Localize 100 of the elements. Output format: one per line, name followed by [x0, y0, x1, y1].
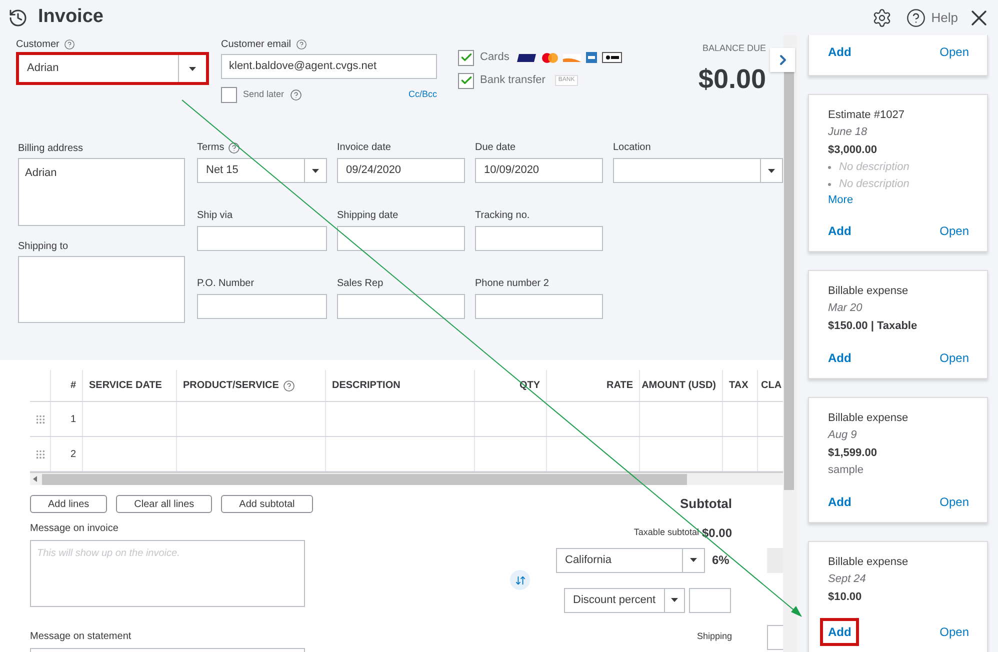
- input-field[interactable]: [197, 226, 327, 251]
- panel-toggle-button[interactable]: [770, 48, 795, 72]
- card-date: June 18: [828, 125, 868, 140]
- tax-rate-select[interactable]: California: [556, 548, 705, 572]
- caret-icon: [768, 168, 775, 172]
- visa-logo-icon: [517, 54, 538, 62]
- field-label: Phone number 2: [475, 277, 549, 291]
- tax-rate: 6%: [712, 552, 730, 569]
- open-link[interactable]: Open: [940, 623, 969, 641]
- card-amount: $3,000.00: [828, 143, 878, 158]
- swap-button[interactable]: [510, 570, 530, 590]
- line-number: 2: [70, 448, 76, 462]
- field-label: Ship via: [197, 209, 233, 223]
- field-label: Tracking no.: [475, 209, 530, 223]
- dropdown-field[interactable]: Net 15: [197, 158, 327, 183]
- add-link[interactable]: Add: [828, 347, 852, 369]
- help-icon[interactable]: [296, 38, 308, 50]
- page-title: Invoice: [38, 5, 104, 30]
- drag-handle-icon[interactable]: [34, 448, 46, 460]
- open-link[interactable]: Open: [940, 349, 969, 367]
- field-label: Due date: [475, 141, 516, 155]
- field-label: Message on invoice: [30, 522, 120, 536]
- more-link[interactable]: More: [828, 193, 854, 208]
- bullet-icon: [828, 183, 831, 186]
- column-header: DESCRIPTION: [332, 379, 400, 393]
- input-field[interactable]: [197, 294, 327, 319]
- check-icon: [460, 74, 472, 87]
- add-link[interactable]: Add: [828, 41, 852, 63]
- email-field[interactable]: klent.baldove@agent.cvgs.net: [221, 54, 437, 79]
- drag-handle-icon[interactable]: [34, 414, 46, 424]
- message-on-invoice-field[interactable]: This will show up on the invoice.: [30, 540, 305, 607]
- payment-checkbox[interactable]: [458, 50, 474, 66]
- field-label: Location: [613, 141, 651, 155]
- card-date: Mar 20: [828, 301, 864, 316]
- cc-bcc-link[interactable]: Cc/Bcc: [408, 88, 437, 102]
- apple-pay-logo-icon: [602, 52, 622, 63]
- card-amount: $150.00 | Taxable: [828, 319, 918, 334]
- subtotal-label: Subtotal: [680, 495, 732, 513]
- field-label: Invoice date: [337, 141, 391, 155]
- input-field[interactable]: 09/24/2020: [337, 158, 465, 183]
- checkbox-label: Cards: [480, 50, 510, 66]
- shipping-address-field[interactable]: [18, 256, 185, 323]
- open-link[interactable]: Open: [940, 493, 969, 511]
- help-icon[interactable]: [282, 380, 295, 392]
- card-date: Sept 24: [828, 572, 867, 587]
- discount-field[interactable]: [689, 588, 731, 612]
- payment-checkbox[interactable]: [458, 72, 474, 88]
- dropdown-field[interactable]: [613, 158, 783, 183]
- taxable-subtotal-label: Taxable subtotal: [634, 526, 699, 539]
- settings-icon[interactable]: [872, 8, 892, 28]
- add-link[interactable]: Add: [828, 220, 852, 242]
- customer-select[interactable]: Adrian: [16, 52, 209, 85]
- column-header: TAX: [729, 379, 748, 393]
- shipping-field[interactable]: [767, 624, 783, 650]
- card-amount: $1,599.00: [828, 446, 878, 461]
- field-label: Shipping date: [337, 209, 398, 223]
- checkbox-label: Send later: [243, 88, 284, 102]
- column-header: #: [70, 379, 76, 393]
- billing-address-field[interactable]: Adrian: [18, 158, 185, 226]
- line-action-button[interactable]: Clear all lines: [116, 495, 212, 513]
- send-later-checkbox[interactable]: [221, 87, 237, 103]
- horizontal-scrollbar-thumb[interactable]: [42, 474, 687, 484]
- discover-logo-icon: [563, 54, 582, 62]
- field-label: P.O. Number: [197, 277, 254, 291]
- help-icon[interactable]: [64, 38, 76, 50]
- input-field[interactable]: [337, 226, 465, 251]
- input-field[interactable]: [475, 226, 603, 251]
- help-icon[interactable]: [290, 89, 302, 101]
- line-action-button[interactable]: Add lines: [30, 495, 108, 513]
- input-field[interactable]: [337, 294, 465, 319]
- open-link[interactable]: Open: [940, 43, 969, 61]
- field-label: Billing address: [18, 142, 84, 154]
- field-label: Message on statement: [30, 630, 132, 644]
- input-field[interactable]: [475, 294, 603, 319]
- amex-logo-icon: [586, 52, 598, 63]
- card-title: Billable expense: [828, 284, 910, 299]
- caret-icon: [189, 66, 196, 70]
- discount-type-select[interactable]: Discount percent: [564, 588, 685, 612]
- help-icon[interactable]: [906, 8, 926, 28]
- help-link[interactable]: Help: [931, 8, 958, 28]
- add-link[interactable]: Add: [820, 618, 860, 646]
- shipping-label: Shipping: [696, 630, 732, 644]
- add-link[interactable]: Add: [828, 491, 852, 513]
- balance-label: BALANCE DUE: [702, 42, 766, 55]
- column-header: SERVICE DATE: [89, 379, 162, 393]
- help-icon[interactable]: [228, 142, 240, 154]
- field-label: Terms: [197, 141, 224, 155]
- line-description: No description: [839, 177, 910, 192]
- balance-amount: $0.00: [698, 66, 766, 92]
- field-label: Customer: [16, 38, 60, 52]
- sort-icon: [514, 574, 526, 586]
- card-date: Aug 9: [828, 428, 858, 443]
- card-amount: $10.00: [828, 590, 863, 605]
- checkbox-label: Bank transfer: [480, 73, 546, 88]
- field-label: Shipping to: [18, 240, 70, 252]
- open-link[interactable]: Open: [940, 222, 969, 240]
- history-icon[interactable]: [8, 8, 28, 28]
- input-field[interactable]: 10/09/2020: [475, 158, 603, 183]
- line-action-button[interactable]: Add subtotal: [221, 495, 313, 513]
- vertical-scrollbar-thumb[interactable]: [784, 70, 794, 490]
